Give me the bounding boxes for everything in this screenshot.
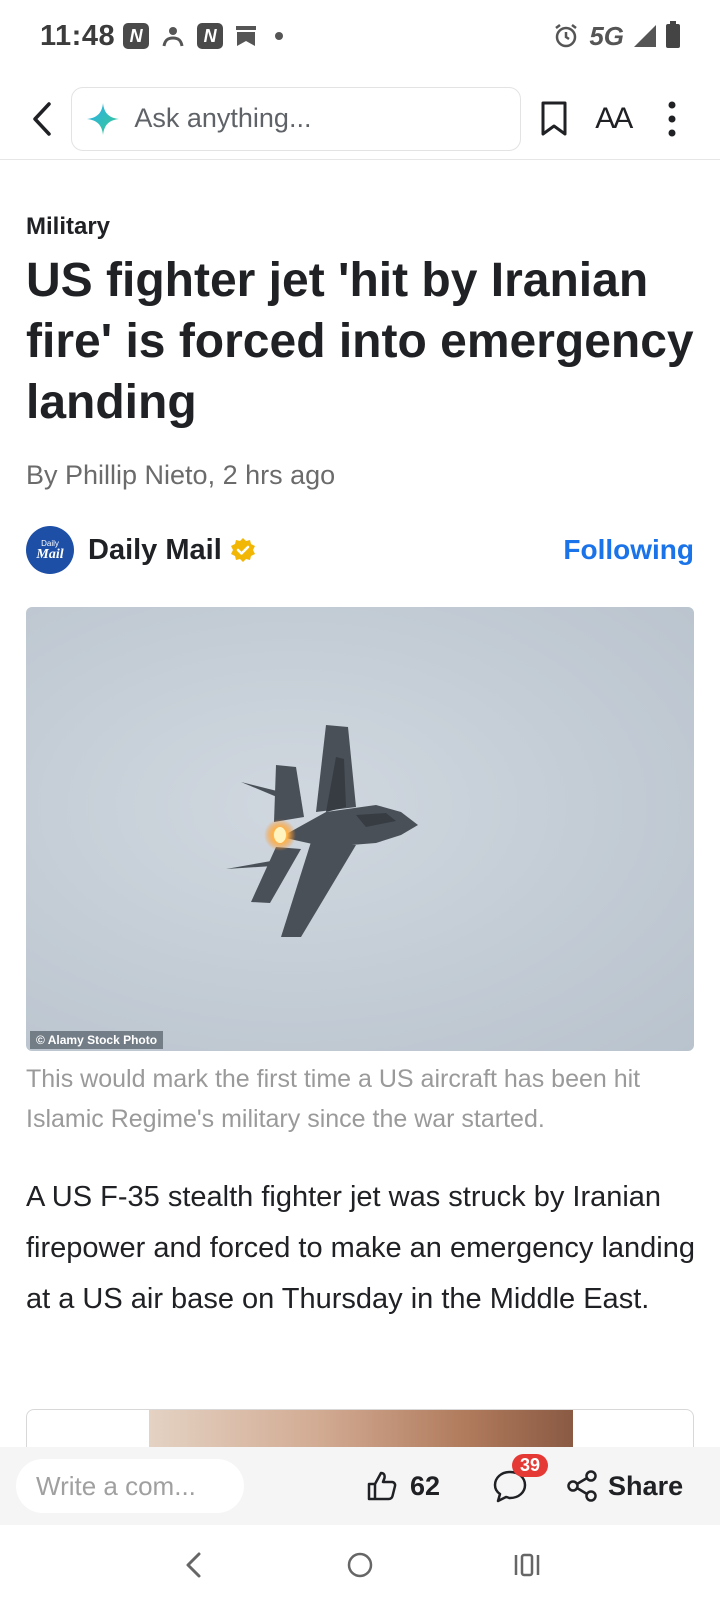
fighter-jet-image [226,725,418,937]
article-headline: US fighter jet 'hit by Iranian fire' is … [26,254,694,429]
photo-credit: © Alamy Stock Photo [30,1031,164,1049]
bottom-action-bar: Write a com... 62 39 Share [0,1447,720,1525]
article-category[interactable]: Military [26,213,110,241]
thumbs-up-icon [367,1471,397,1501]
notification-n-icon: N [197,23,224,49]
status-time: 11:48 [40,19,116,52]
comment-count-badge: 39 [512,1454,549,1477]
status-notification-icons: N N [123,23,284,49]
comments-button[interactable]: 39 [490,1454,549,1506]
nav-recents-button[interactable] [497,1535,557,1595]
chevron-left-icon [32,101,51,136]
bookmark-button[interactable] [529,89,580,149]
verified-badge-icon [230,538,255,562]
article-byline: By Phillip Nieto, 2 hrs ago [26,460,336,490]
top-toolbar: Ask anything... AA [0,78,720,160]
following-button[interactable]: Following [563,534,694,566]
like-count: 62 [410,1470,441,1501]
bookmark-icon [236,26,257,46]
share-icon [567,1470,597,1502]
signal-icon [634,25,656,47]
nav-back-icon [186,1552,201,1577]
source-row: Daily Mail Daily Mail Following [26,524,694,576]
battery-icon [666,21,680,48]
image-caption: This would mark the first time a US airc… [26,1065,641,1133]
more-options-button[interactable] [647,89,698,149]
nav-back-button[interactable] [163,1535,223,1595]
status-system-icons: 5G [553,21,680,52]
comment-input[interactable]: Write a com... [16,1459,244,1513]
person-icon [162,27,184,47]
notification-n-icon: N [123,23,150,49]
nav-home-icon [347,1552,373,1577]
alarm-icon [555,24,578,48]
like-button[interactable]: 62 [366,1470,440,1502]
article-body-paragraph: A US F-35 stealth fighter jet was struck… [26,1181,695,1315]
ask-anything-placeholder: Ask anything... [134,103,312,133]
bookmark-outline-icon [541,101,567,135]
network-type: 5G [589,20,624,51]
status-bar: 11:48 N N 5G [0,0,720,72]
text-size-icon: AA [595,101,633,135]
source-logo-line2: Mail [36,546,64,562]
source-logo[interactable]: Daily Mail [26,526,74,574]
share-button[interactable]: Share [566,1470,683,1502]
source-name[interactable]: Daily Mail [88,534,222,567]
nav-home-button[interactable] [330,1535,390,1595]
nav-recents-icon [514,1553,539,1576]
article-hero-image[interactable]: © Alamy Stock Photo [26,607,694,1051]
system-navigation-bar [0,1525,720,1604]
ask-anything-input[interactable]: Ask anything... [71,86,521,151]
sparkle-icon [87,102,120,135]
dot-icon [275,32,284,40]
text-size-button[interactable]: AA [588,89,639,149]
share-label: Share [608,1470,684,1501]
back-button[interactable] [22,89,61,149]
more-vertical-icon [668,101,676,136]
